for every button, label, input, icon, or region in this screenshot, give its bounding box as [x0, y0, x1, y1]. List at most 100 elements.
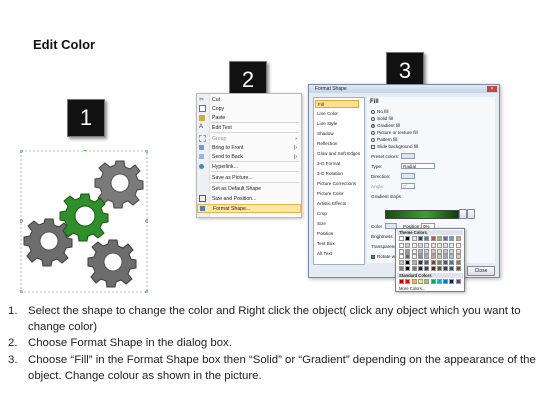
color-swatch[interactable]: [430, 279, 436, 284]
color-swatch[interactable]: [430, 236, 436, 241]
picture-texture-fill-option[interactable]: Picture or texture fill: [371, 130, 418, 135]
color-swatch[interactable]: [449, 242, 455, 248]
no-fill-option[interactable]: No fill: [371, 109, 389, 114]
category-line-style[interactable]: Line Style: [317, 120, 361, 128]
menu-item-format-shape[interactable]: Format Shape...: [197, 204, 301, 213]
category-shadow[interactable]: Shadow: [317, 130, 361, 138]
color-swatch[interactable]: [417, 242, 423, 248]
color-swatch[interactable]: [436, 266, 442, 271]
color-swatch[interactable]: [417, 248, 423, 254]
category-alt-text[interactable]: Alt Text: [317, 250, 361, 258]
category-picture-corrections[interactable]: Picture Corrections: [317, 180, 361, 188]
color-swatch[interactable]: [417, 260, 423, 266]
color-swatch[interactable]: [417, 266, 423, 271]
color-swatch[interactable]: [430, 260, 436, 266]
color-swatch[interactable]: [411, 260, 417, 266]
gradient-stops-bar[interactable]: [385, 210, 459, 219]
menu-item-bring-to-front[interactable]: Bring to Front |›: [197, 143, 301, 152]
color-swatch[interactable]: [436, 254, 442, 260]
menu-item-copy[interactable]: Copy: [197, 104, 301, 113]
color-swatch[interactable]: [424, 242, 430, 248]
angle-input[interactable]: 0°: [401, 183, 415, 189]
menu-item-group[interactable]: Group ›: [197, 134, 301, 143]
menu-item-edit-text[interactable]: A Edit Text: [197, 123, 301, 132]
color-swatch[interactable]: [436, 248, 442, 254]
color-swatch[interactable]: [424, 266, 430, 271]
gradient-fill-option[interactable]: Gradient fill: [371, 123, 400, 128]
category-3d-rotation[interactable]: 3-D Rotation: [317, 170, 361, 178]
direction-dropdown[interactable]: [401, 173, 415, 179]
color-swatch[interactable]: [424, 279, 430, 284]
color-swatch[interactable]: [405, 242, 411, 248]
close-button[interactable]: Close: [467, 266, 495, 276]
category-glow-soft-edges[interactable]: Glow and Soft Edges: [317, 150, 361, 158]
color-swatch[interactable]: [411, 279, 417, 284]
menu-item-save-as-picture[interactable]: Save as Picture...: [197, 173, 301, 182]
color-swatch[interactable]: [443, 266, 449, 271]
color-swatch[interactable]: [443, 248, 449, 254]
color-swatch[interactable]: [399, 248, 404, 254]
color-swatch[interactable]: [443, 260, 449, 266]
color-swatch[interactable]: [449, 236, 455, 241]
color-swatch[interactable]: [455, 260, 461, 266]
color-swatch[interactable]: [424, 254, 430, 260]
color-swatch[interactable]: [436, 260, 442, 266]
color-swatch[interactable]: [417, 279, 423, 284]
color-swatch[interactable]: [436, 279, 442, 284]
category-size[interactable]: Size: [317, 220, 361, 228]
color-swatch[interactable]: [417, 254, 423, 260]
solid-fill-option[interactable]: Solid fill: [371, 116, 393, 121]
menu-item-cut[interactable]: ✂ Cut: [197, 95, 301, 104]
color-swatch[interactable]: [399, 260, 404, 266]
color-swatch[interactable]: [443, 279, 449, 284]
color-swatch[interactable]: [430, 242, 436, 248]
color-swatch[interactable]: [455, 242, 461, 248]
category-picture-color[interactable]: Picture Color: [317, 190, 361, 198]
color-swatch[interactable]: [411, 254, 417, 260]
color-swatch[interactable]: [424, 248, 430, 254]
type-select[interactable]: Radial: [401, 163, 435, 169]
menu-item-paste[interactable]: Paste: [197, 113, 301, 122]
color-swatch[interactable]: [436, 242, 442, 248]
color-swatch[interactable]: [417, 236, 423, 241]
color-swatch[interactable]: [405, 279, 411, 284]
color-swatch[interactable]: [449, 260, 455, 266]
color-swatch[interactable]: [399, 279, 404, 284]
color-swatch[interactable]: [455, 254, 461, 260]
color-swatch[interactable]: [411, 236, 417, 241]
color-swatch[interactable]: [405, 236, 411, 241]
color-swatch[interactable]: [455, 248, 461, 254]
category-3d-format[interactable]: 3-D Format: [317, 160, 361, 168]
category-fill[interactable]: Fill: [315, 100, 359, 108]
color-swatch[interactable]: [443, 236, 449, 241]
category-position[interactable]: Position: [317, 230, 361, 238]
color-swatch[interactable]: [411, 248, 417, 254]
color-swatch[interactable]: [411, 242, 417, 248]
color-swatch[interactable]: [399, 254, 404, 260]
color-swatch[interactable]: [455, 266, 461, 271]
color-swatch[interactable]: [411, 266, 417, 271]
category-crop[interactable]: Crop: [317, 210, 361, 218]
color-swatch[interactable]: [424, 260, 430, 266]
menu-item-hyperlink[interactable]: Hyperlink...: [197, 162, 301, 171]
color-swatch[interactable]: [455, 279, 461, 284]
preset-colors-dropdown[interactable]: [401, 153, 415, 159]
color-swatch[interactable]: [449, 254, 455, 260]
color-swatch[interactable]: [399, 266, 404, 271]
more-colors-link[interactable]: More Colors...: [399, 286, 425, 291]
color-swatch[interactable]: [405, 260, 411, 266]
add-stop-button[interactable]: [459, 209, 467, 219]
color-swatch[interactable]: [443, 242, 449, 248]
color-swatch[interactable]: [424, 236, 430, 241]
menu-item-size-position[interactable]: Size and Position...: [197, 194, 301, 203]
pattern-fill-option[interactable]: Pattern fill: [371, 137, 397, 142]
color-swatch[interactable]: [436, 236, 442, 241]
category-artistic-effects[interactable]: Artistic Effects: [317, 200, 361, 208]
color-swatch[interactable]: [443, 254, 449, 260]
color-swatch[interactable]: [399, 236, 404, 241]
color-swatch[interactable]: [430, 254, 436, 260]
color-swatch[interactable]: [405, 266, 411, 271]
color-swatch[interactable]: [405, 248, 411, 254]
menu-item-set-default-shape[interactable]: Set as Default Shape: [197, 184, 301, 193]
color-swatch[interactable]: [430, 248, 436, 254]
